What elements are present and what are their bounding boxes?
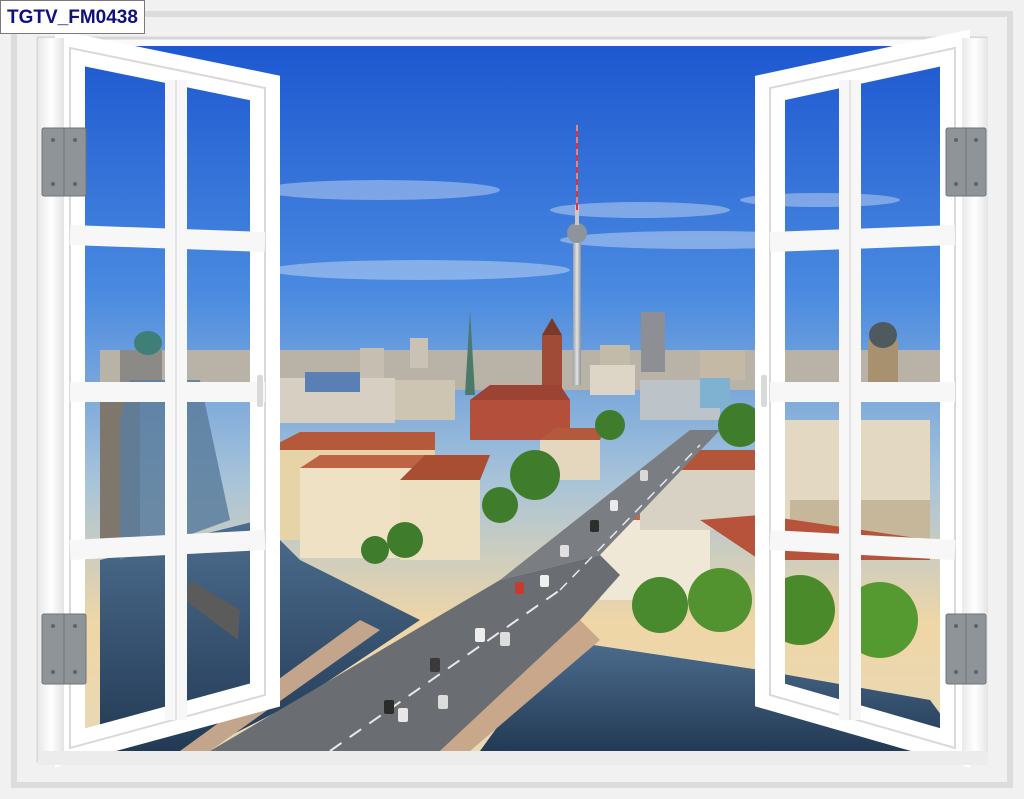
product-code-label: TGTV_FM0438 <box>0 0 145 34</box>
window-sill <box>38 751 988 765</box>
window-scene <box>0 0 1024 799</box>
tall-office-block <box>641 312 665 372</box>
wall-mural: TGTV_FM0438 <box>0 0 1024 799</box>
